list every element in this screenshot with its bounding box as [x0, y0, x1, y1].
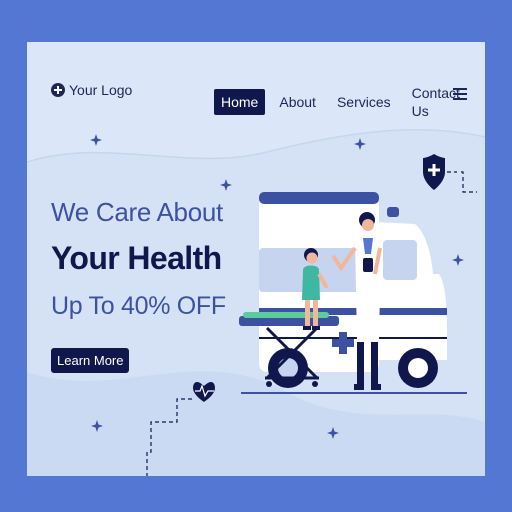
shield-plus-icon — [423, 154, 445, 190]
ambulance-illustration — [90, 134, 477, 476]
landing-page: Your Logo Home About Services Contact Us… — [27, 42, 485, 476]
heartbeat-icon — [193, 381, 215, 402]
